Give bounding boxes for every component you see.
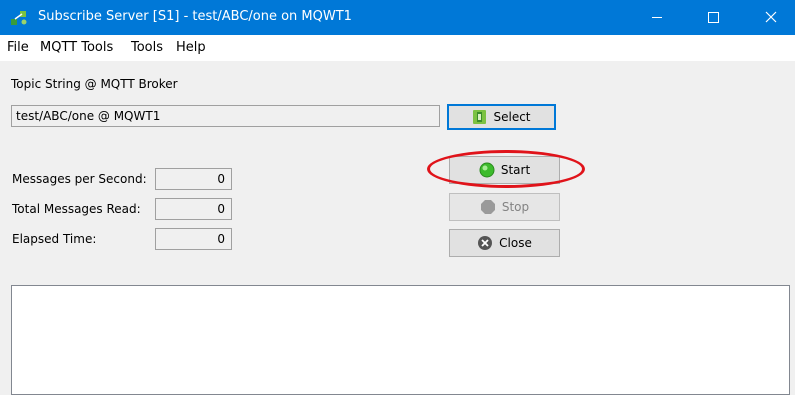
- total-messages-read-label: Total Messages Read:: [12, 202, 141, 216]
- close-button-label: Close: [499, 236, 532, 250]
- messages-per-second-value: 0: [155, 168, 232, 190]
- topic-label: Topic String @ MQTT Broker: [11, 77, 178, 91]
- elapsed-time-label: Elapsed Time:: [12, 232, 97, 246]
- menu-file[interactable]: File: [7, 40, 29, 55]
- minimize-icon: [652, 17, 662, 18]
- app-icon: [11, 11, 27, 25]
- select-button-label: Select: [493, 110, 531, 124]
- total-messages-read-value: 0: [155, 198, 232, 220]
- stop-icon: [480, 200, 495, 214]
- output-area[interactable]: [11, 285, 790, 395]
- maximize-button[interactable]: [690, 0, 736, 35]
- close-button[interactable]: Close: [449, 229, 560, 257]
- select-topic-icon: [473, 110, 487, 124]
- stop-button[interactable]: Stop: [449, 193, 560, 221]
- select-button[interactable]: Select: [447, 104, 556, 130]
- menu-bar: File MQTT Tools Tools Help: [0, 35, 795, 61]
- menu-help[interactable]: Help: [176, 40, 206, 55]
- window-title: Subscribe Server [S1] - test/ABC/one on …: [38, 9, 352, 24]
- elapsed-time-value: 0: [155, 228, 232, 250]
- start-button[interactable]: Start: [449, 156, 560, 184]
- topic-field[interactable]: test/ABC/one @ MQWT1: [11, 105, 440, 127]
- close-window-button[interactable]: [748, 0, 794, 35]
- title-bar: Subscribe Server [S1] - test/ABC/one on …: [0, 0, 795, 35]
- stop-button-label: Stop: [501, 200, 530, 214]
- menu-tools[interactable]: Tools: [131, 40, 163, 55]
- menu-mqtt-tools[interactable]: MQTT Tools: [40, 40, 113, 55]
- start-button-label: Start: [500, 163, 531, 177]
- minimize-button[interactable]: [634, 0, 680, 35]
- close-circle-icon: [478, 236, 493, 250]
- maximize-icon: [708, 12, 719, 23]
- close-icon: [765, 11, 777, 23]
- messages-per-second-label: Messages per Second:: [12, 172, 147, 186]
- start-icon: [479, 162, 495, 178]
